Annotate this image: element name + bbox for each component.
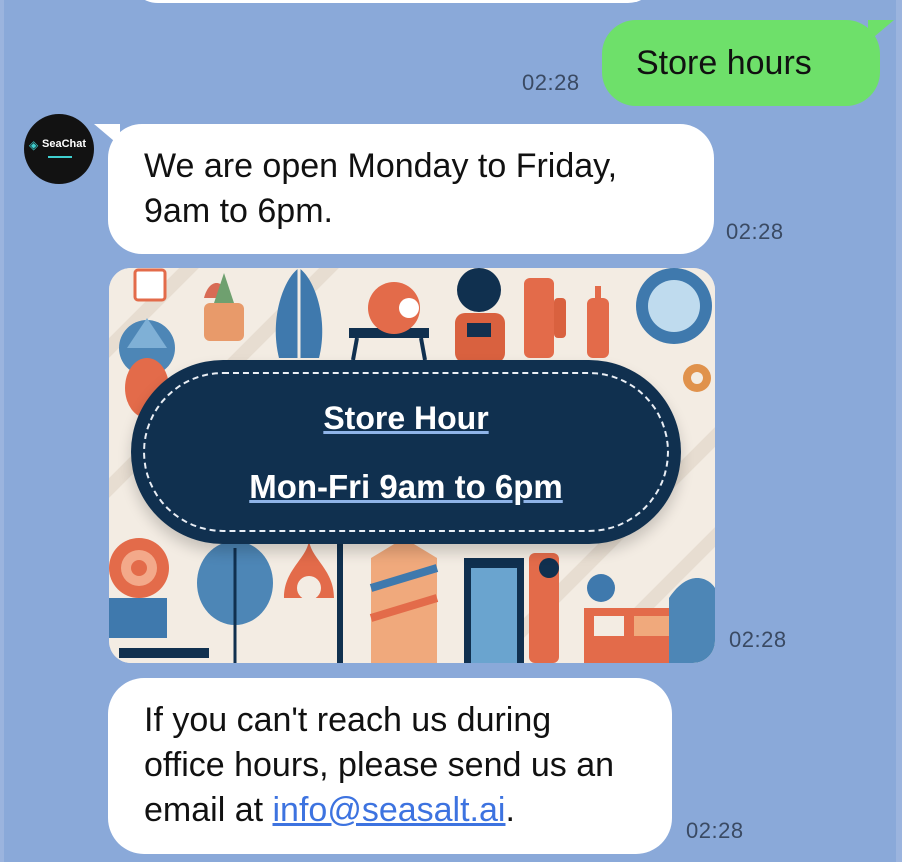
bot-message-period: . bbox=[505, 791, 515, 829]
store-hours-banner: Store Hour Mon-Fri 9am to 6pm bbox=[131, 360, 681, 544]
bubble-tail bbox=[868, 20, 894, 42]
previous-message-bubble[interactable] bbox=[128, 0, 658, 3]
bot-message-time: 02:28 bbox=[686, 818, 744, 843]
seachat-logo-icon: ◈ bbox=[29, 138, 39, 152]
logo-underline bbox=[48, 156, 72, 158]
user-message-time: 02:28 bbox=[522, 70, 580, 95]
bot-avatar-label: SeaChat bbox=[42, 138, 87, 150]
bot-avatar[interactable]: ◈ SeaChat bbox=[24, 114, 94, 184]
image-message-time: 02:28 bbox=[729, 627, 787, 652]
bot-message-bubble[interactable]: We are open Monday to Friday, 9am to 6pm… bbox=[94, 124, 714, 254]
store-hours-image[interactable]: Store Hour Mon-Fri 9am to 6pm bbox=[109, 268, 715, 663]
user-message-text: Store hours bbox=[636, 44, 812, 82]
window-edge-right bbox=[896, 0, 902, 862]
email-link[interactable]: info@seasalt.ai bbox=[273, 791, 506, 829]
banner-subtitle: Mon-Fri 9am to 6pm bbox=[249, 468, 563, 505]
banner-dashed-border bbox=[143, 372, 669, 532]
bot-message-text: We are open Monday to Friday, 9am to 6pm… bbox=[144, 147, 618, 230]
user-message-bubble[interactable]: Store hours bbox=[602, 20, 894, 106]
bubble-tail bbox=[94, 124, 120, 146]
bot-message-bubble[interactable]: If you can't reach us during office hour… bbox=[108, 678, 672, 854]
banner-title: Store Hour bbox=[323, 400, 489, 436]
window-edge-left bbox=[0, 0, 4, 862]
bot-message-time: 02:28 bbox=[726, 219, 784, 244]
